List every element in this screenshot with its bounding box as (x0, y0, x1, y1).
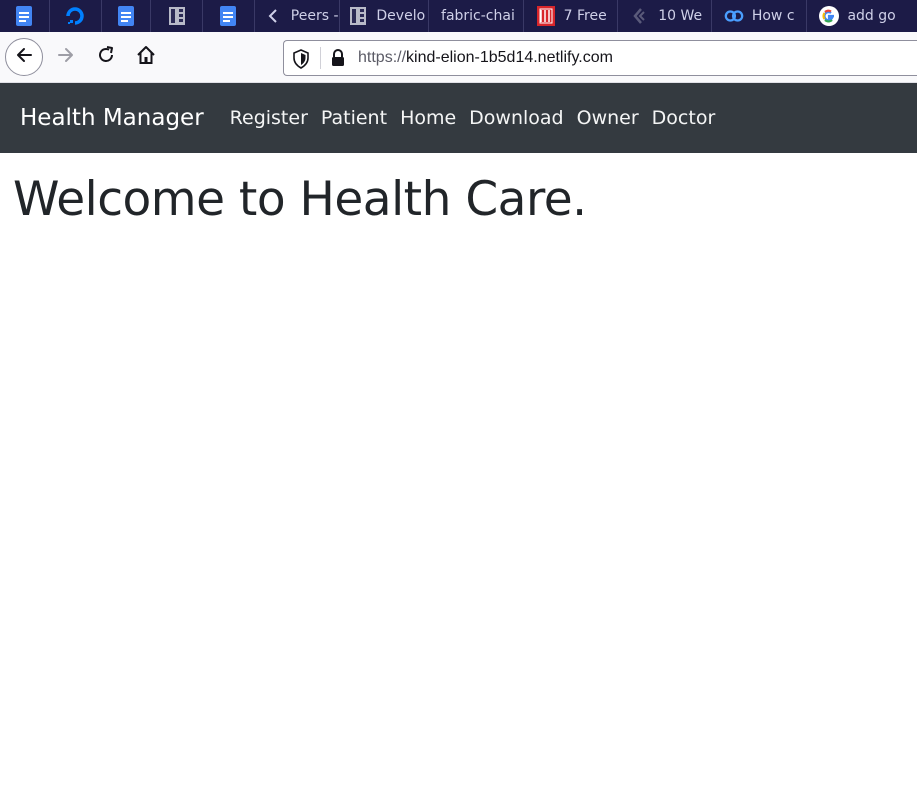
tab-label: Peers - (290, 8, 339, 24)
book-icon (167, 6, 187, 26)
tab-label: Develo (376, 8, 426, 24)
browser-toolbar: https://kind-elion-1b5d14.netlify.com (0, 32, 917, 83)
arrow-right-icon (56, 45, 76, 69)
tab-digitalocean[interactable] (50, 0, 102, 32)
google-docs-icon (218, 6, 238, 26)
tab-develo[interactable]: Develo (340, 0, 430, 32)
home-button[interactable] (127, 38, 165, 76)
tab-book-1[interactable] (151, 0, 204, 32)
page-heading: Welcome to Health Care. (13, 172, 587, 227)
google-docs-icon (116, 6, 136, 26)
nav-link-register[interactable]: Register (230, 107, 308, 129)
nav-link-download[interactable]: Download (469, 107, 563, 129)
digitalocean-icon (65, 6, 85, 26)
tab-10-we[interactable]: 10 We (618, 0, 712, 32)
nav-link-owner[interactable]: Owner (577, 107, 639, 129)
tab-google-docs-1[interactable] (0, 0, 50, 32)
tab-label: How c (751, 8, 795, 24)
tab-7-free[interactable]: 7 Free (524, 0, 619, 32)
tab-fabric-chai[interactable]: fabric-chai (429, 0, 524, 32)
tab-strip: Peers - Develo fabric-chai 7 Free 10 We … (0, 0, 917, 32)
url-scheme: https:// (358, 49, 407, 66)
arrow-left-icon (14, 45, 34, 69)
url-separator (320, 47, 321, 69)
tab-google-docs-3[interactable] (203, 0, 255, 32)
tab-peers[interactable]: Peers - (255, 0, 341, 32)
chevron-left-icon (263, 6, 283, 26)
loop-icon (724, 6, 744, 26)
tab-label: 7 Free (563, 8, 607, 24)
nav-link-patient[interactable]: Patient (321, 107, 387, 129)
red-pdf-icon (536, 6, 556, 26)
reload-icon (96, 45, 116, 69)
back-button[interactable] (5, 38, 43, 76)
navbar-brand[interactable]: Health Manager (20, 105, 204, 131)
forward-button[interactable] (47, 38, 85, 76)
nav-link-doctor[interactable]: Doctor (652, 107, 716, 129)
tab-label: add go (847, 8, 896, 24)
tab-add-go[interactable]: add go (807, 0, 917, 32)
tab-label: 10 We (658, 8, 703, 24)
reload-button[interactable] (87, 38, 125, 76)
dev-icon (630, 6, 650, 26)
url-text: https://kind-elion-1b5d14.netlify.com (358, 49, 613, 67)
home-icon (136, 45, 156, 69)
url-bar[interactable]: https://kind-elion-1b5d14.netlify.com (283, 40, 917, 76)
google-docs-icon (14, 6, 34, 26)
lock-icon[interactable] (330, 49, 346, 71)
google-icon (819, 6, 840, 26)
nav-links: Register Patient Home Download Owner Doc… (230, 107, 729, 129)
tab-how-c[interactable]: How c (712, 0, 808, 32)
nav-link-home[interactable]: Home (400, 107, 456, 129)
site-navbar: Health Manager Register Patient Home Dow… (0, 83, 917, 153)
tab-label: fabric-chai (441, 8, 515, 24)
tab-google-docs-2[interactable] (102, 0, 152, 32)
book-icon (348, 6, 368, 26)
shield-icon[interactable] (292, 49, 310, 73)
url-host: kind-elion-1b5d14.netlify.com (406, 49, 613, 66)
